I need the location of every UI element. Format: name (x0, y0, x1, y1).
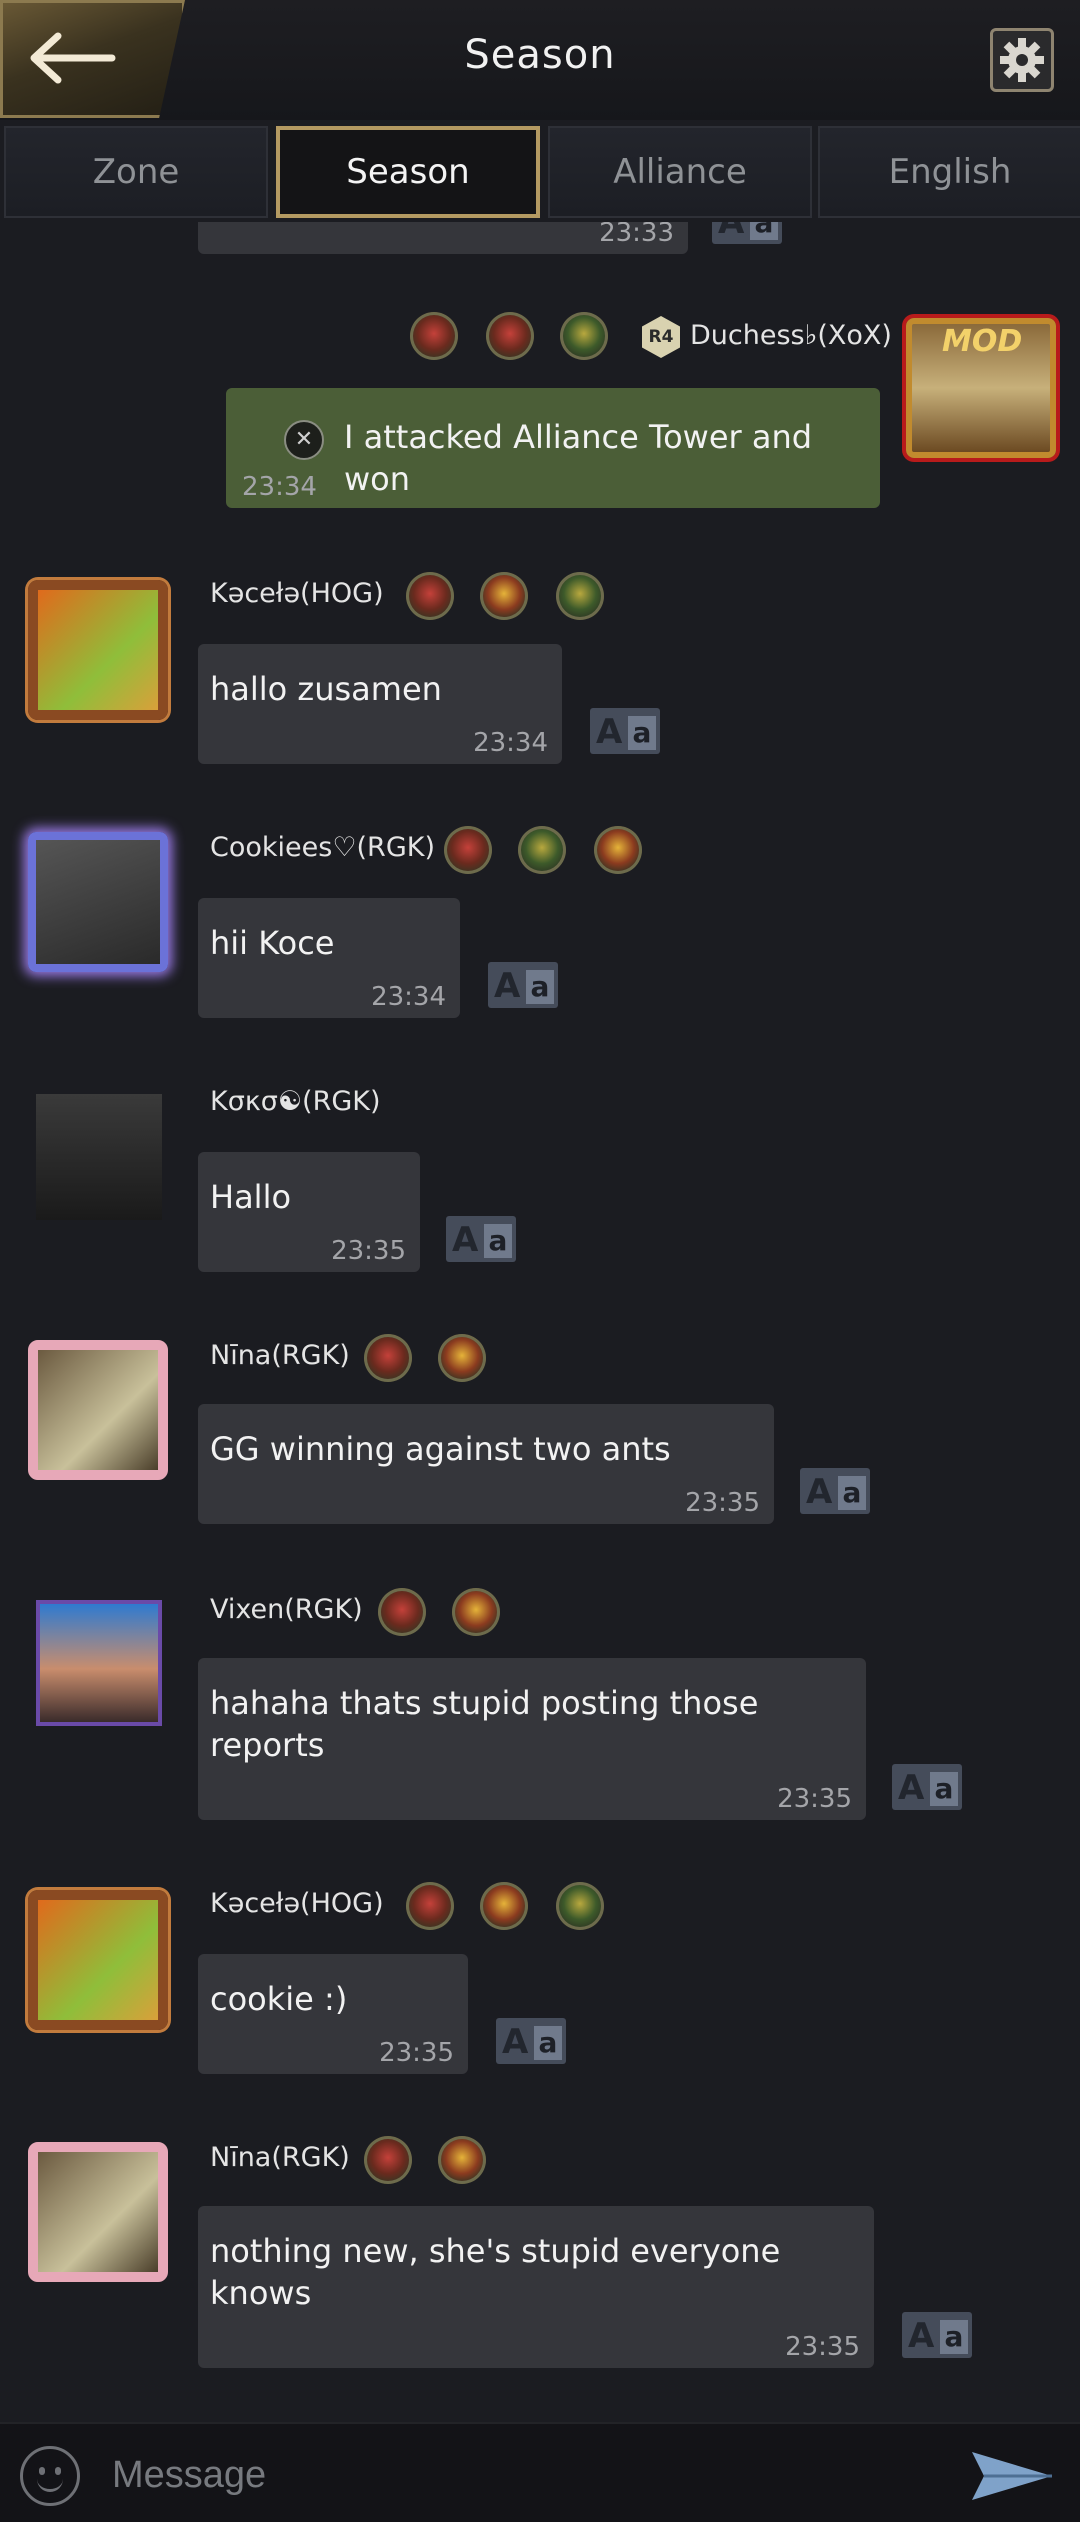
message-text: GG winning against two ants (210, 1430, 671, 1468)
message-text: cookie :) (210, 1980, 348, 2018)
message-time: 23:35 (785, 2332, 860, 2362)
chat-bubble[interactable]: nothing new, she's stupid everyone knows… (198, 2206, 874, 2368)
badge-icon (560, 312, 608, 360)
avatar[interactable] (36, 1600, 162, 1726)
page-title: Season (464, 32, 616, 78)
message-text: hii Koce (210, 924, 335, 962)
username[interactable]: Kəcełə(HOG) (210, 578, 384, 609)
translate-button[interactable]: Aa (488, 962, 558, 1008)
chat-bubble[interactable]: GG winning against two ants 23:35 (198, 1404, 774, 1524)
badge-icon (518, 826, 566, 874)
badge-icon (378, 1588, 426, 1636)
badge-icon (438, 2136, 486, 2184)
avatar[interactable] (28, 1340, 168, 1480)
message-time: 23:35 (379, 2038, 454, 2068)
avatar[interactable] (28, 580, 168, 720)
translate-button[interactable]: Aa (712, 222, 782, 244)
avatar[interactable] (36, 1094, 162, 1220)
badge-icon (480, 572, 528, 620)
message-text: hahaha thats stupid posting those report… (210, 1684, 759, 1764)
translate-button[interactable]: Aa (446, 1216, 516, 1262)
message-input[interactable] (110, 2442, 934, 2508)
tab-season[interactable]: Season (276, 126, 540, 218)
message-text: Hallo (210, 1178, 292, 1216)
avatar[interactable]: MOD (906, 318, 1056, 458)
translate-button[interactable]: Aa (902, 2312, 972, 2358)
translate-button[interactable]: Aa (590, 708, 660, 754)
username[interactable]: Nīna(RGK) (210, 1340, 350, 1371)
header-bar: Season (0, 0, 1080, 120)
translate-button[interactable]: Aa (496, 2018, 566, 2064)
chat-bubble[interactable]: ✕ I attacked Alliance Tower and won 23:3… (226, 388, 880, 508)
translate-button[interactable]: Aa (800, 1468, 870, 1514)
chat-bubble[interactable]: cookie :) 23:35 (198, 1954, 468, 2074)
username[interactable]: Kəcełə(HOG) (210, 1888, 384, 1919)
username[interactable]: Vixen(RGK) (210, 1594, 363, 1625)
badge-icon (406, 572, 454, 620)
message-time: 23:35 (777, 1784, 852, 1814)
chat-bubble[interactable]: hii Koce 23:34 (198, 898, 460, 1018)
badge-icon (556, 572, 604, 620)
chat-bubble[interactable]: hahaha thats stupid posting those report… (198, 1658, 866, 1820)
badge-icon (556, 1882, 604, 1930)
badge-icon (364, 1334, 412, 1382)
message-text: I attacked Alliance Tower and won (344, 418, 813, 498)
chat-bubble[interactable]: Hallo 23:35 (198, 1152, 420, 1272)
gear-icon (1000, 38, 1044, 82)
badge-icon (364, 2136, 412, 2184)
mod-label: MOD (942, 324, 1023, 359)
tab-alliance[interactable]: Alliance (548, 126, 812, 218)
message-time: 23:34 (371, 982, 446, 1012)
translate-button[interactable]: Aa (892, 1764, 962, 1810)
username[interactable]: Cookiees♡(RGK) (210, 832, 435, 863)
username[interactable]: Kσκσ☯(RGK) (210, 1086, 381, 1117)
rank-badge: R4 (642, 316, 680, 358)
badge-icon (410, 312, 458, 360)
chat-list[interactable]: 23:33 Aa R4 Duchess♭(XoX) MOD ✕ I attack… (0, 222, 1080, 2422)
message-text: nothing new, she's stupid everyone knows (210, 2232, 781, 2312)
message-input-bar (0, 2422, 1080, 2522)
chat-bubble: 23:33 (198, 222, 688, 254)
emoji-icon (39, 2467, 45, 2475)
channel-tabs: Zone Season Alliance English (0, 122, 1080, 222)
avatar[interactable] (28, 832, 168, 972)
avatar[interactable] (28, 1890, 168, 2030)
tab-zone[interactable]: Zone (4, 126, 268, 218)
send-icon (972, 2452, 1052, 2500)
badge-icon (452, 1588, 500, 1636)
badge-icon (438, 1334, 486, 1382)
emoji-button[interactable] (20, 2446, 80, 2506)
username[interactable]: Nīna(RGK) (210, 2142, 350, 2173)
badge-icon (480, 1882, 528, 1930)
badge-icon (594, 826, 642, 874)
send-button[interactable] (970, 2450, 1054, 2506)
settings-button[interactable] (990, 28, 1054, 92)
badge-icon (486, 312, 534, 360)
message-time: 23:34 (242, 472, 317, 502)
message-time: 23:35 (685, 1488, 760, 1518)
message-text: hallo zusamen (210, 670, 442, 708)
tab-english[interactable]: English (818, 126, 1080, 218)
chat-bubble[interactable]: hallo zusamen 23:34 (198, 644, 562, 764)
badge-icon (444, 826, 492, 874)
avatar[interactable] (28, 2142, 168, 2282)
message-time: 23:33 (599, 222, 674, 248)
crossed-swords-icon: ✕ (284, 420, 324, 460)
message-time: 23:35 (331, 1236, 406, 1266)
message-time: 23:34 (473, 728, 548, 758)
badge-icon (406, 1882, 454, 1930)
username[interactable]: Duchess♭(XoX) (690, 320, 892, 351)
